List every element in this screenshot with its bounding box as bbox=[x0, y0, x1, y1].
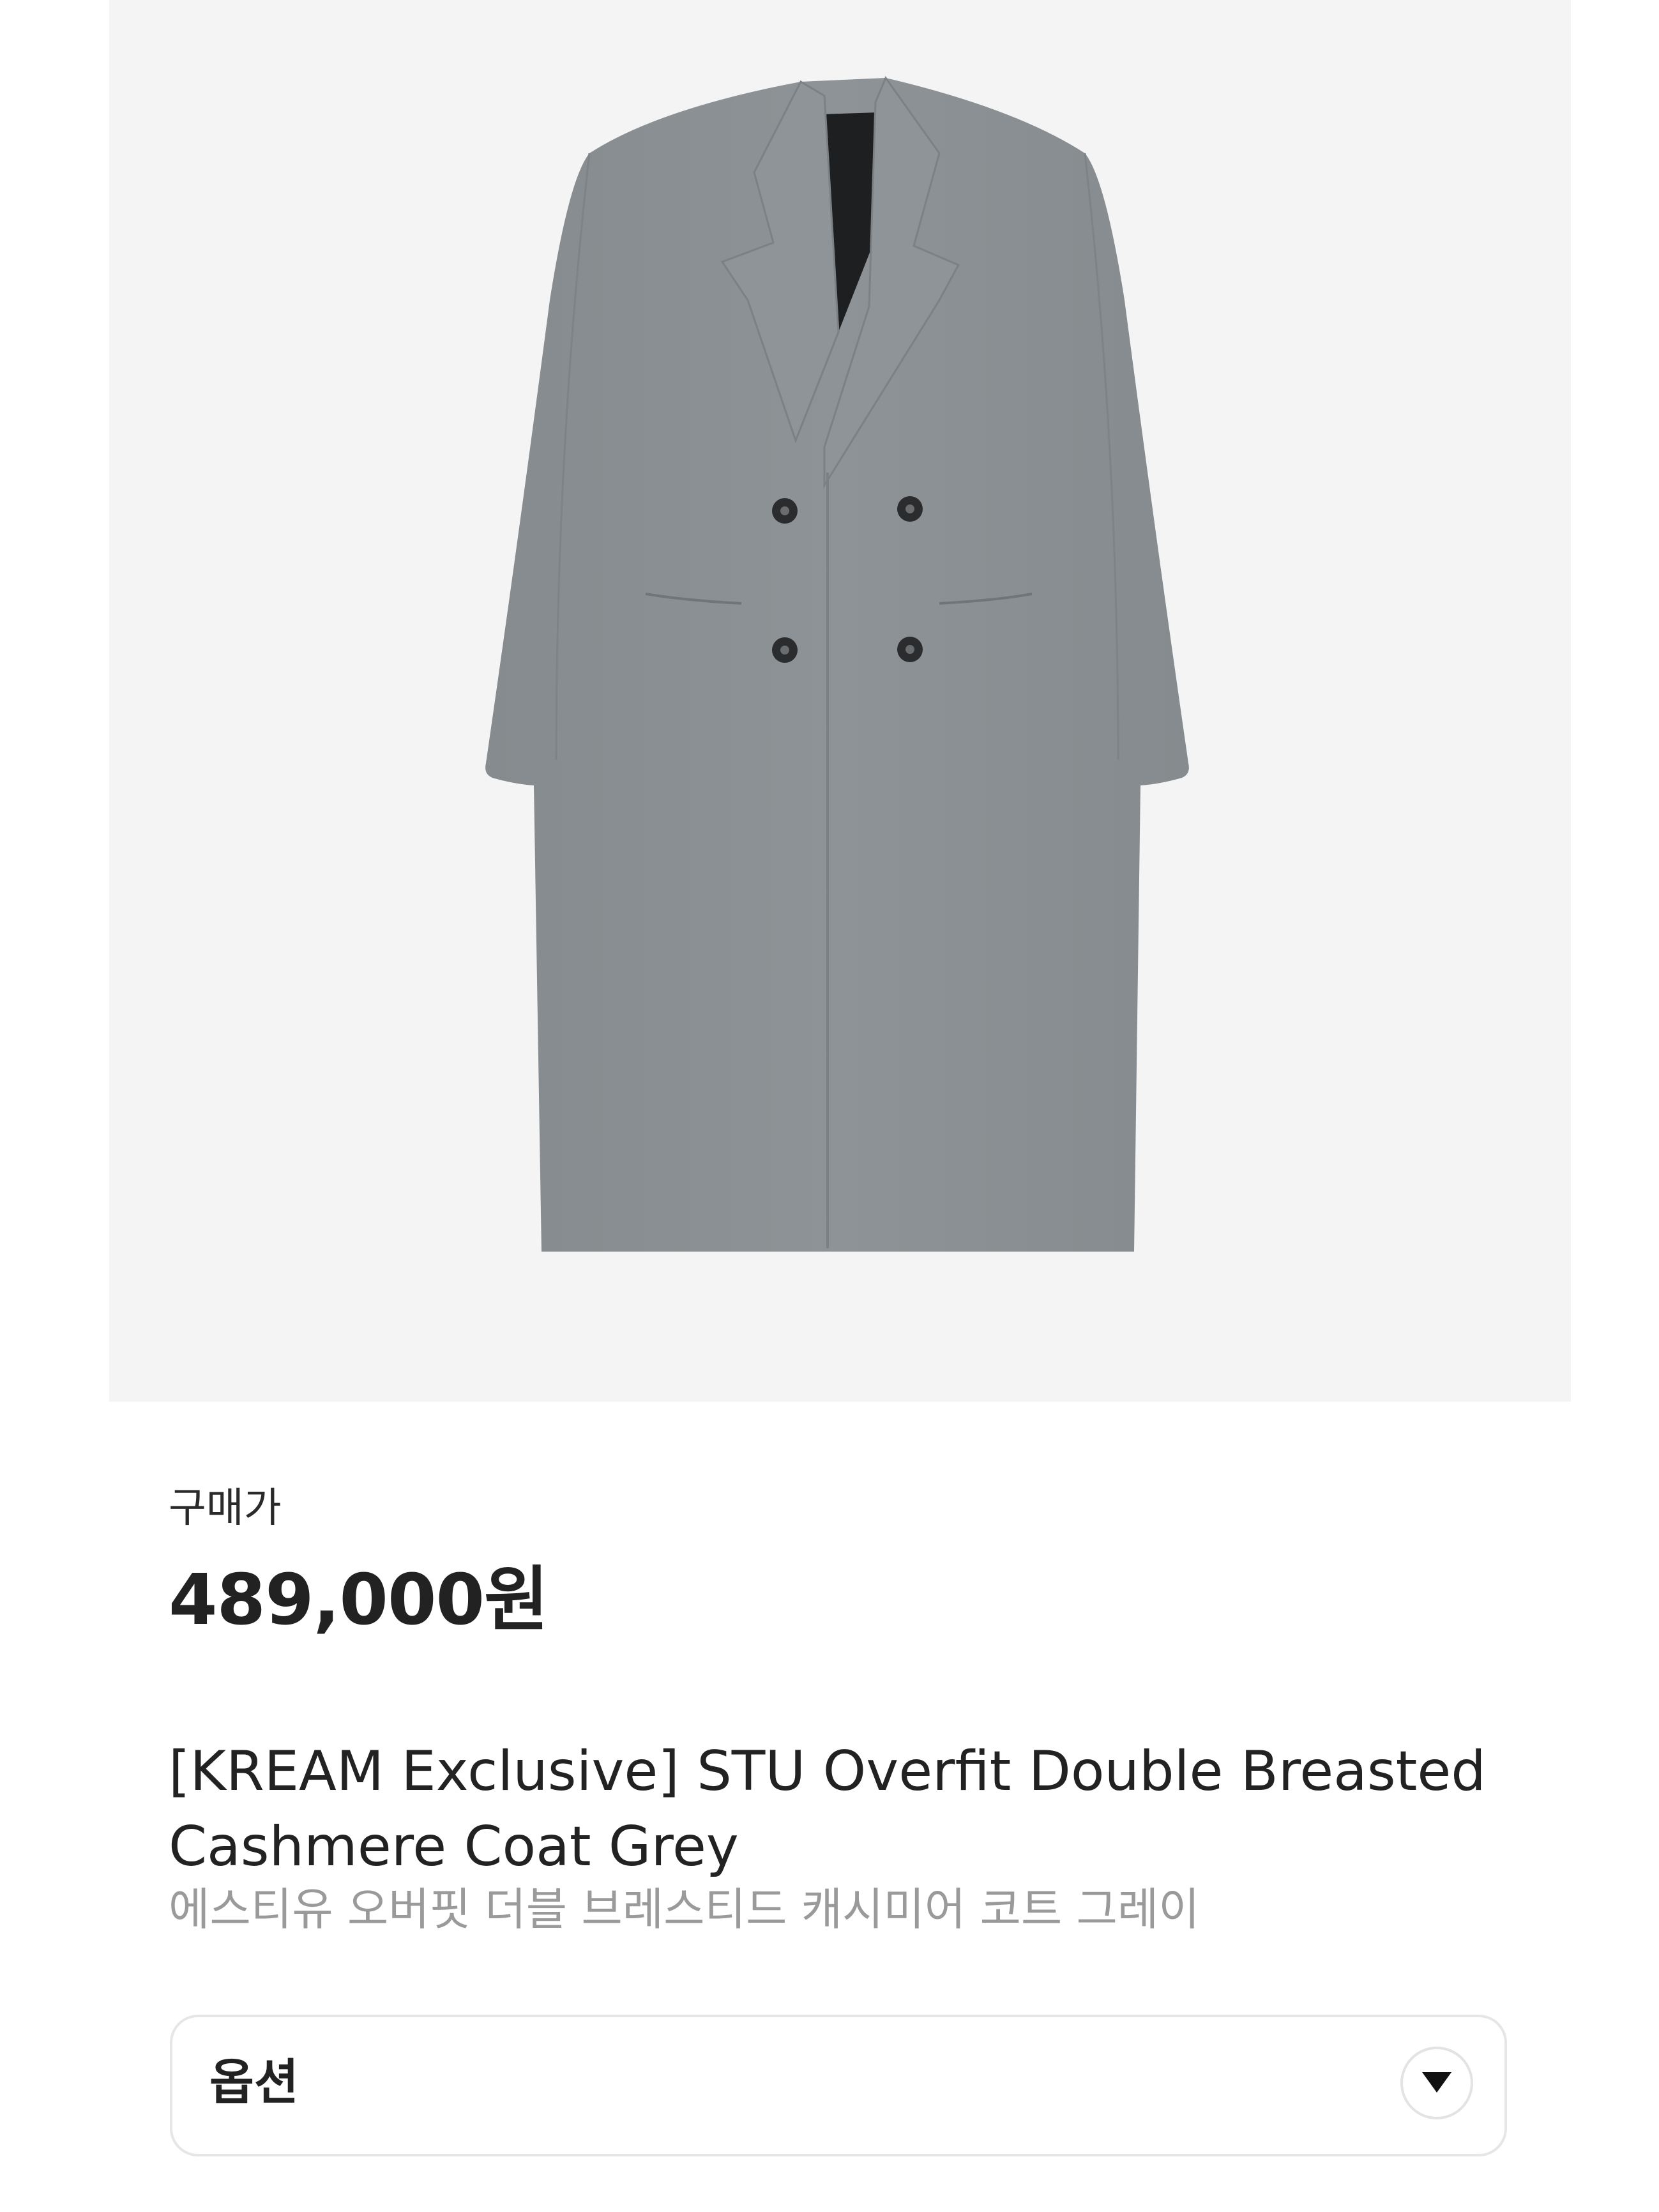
option-toggle-button[interactable] bbox=[1400, 2047, 1473, 2119]
option-select[interactable]: 옵션 bbox=[170, 2015, 1507, 2156]
price-label: 구매가 bbox=[169, 1485, 282, 1532]
coat-illustration bbox=[485, 75, 1189, 1252]
product-name-english: [KREAM Exclusive] STU Overfit Double Bre… bbox=[169, 1739, 1486, 1879]
product-detail-page: 구매가 489,000원 [KREAM Exclusive] STU Overf… bbox=[0, 0, 1659, 2212]
product-name-korean: 에스티유 오버핏 더블 브레스티드 캐시미어 코트 그레이 bbox=[169, 1883, 1200, 1936]
chevron-down-icon bbox=[1422, 2072, 1451, 2093]
price-value: 489,000원 bbox=[169, 1559, 549, 1640]
option-label: 옵션 bbox=[209, 2054, 299, 2110]
product-image[interactable] bbox=[109, 0, 1571, 1402]
